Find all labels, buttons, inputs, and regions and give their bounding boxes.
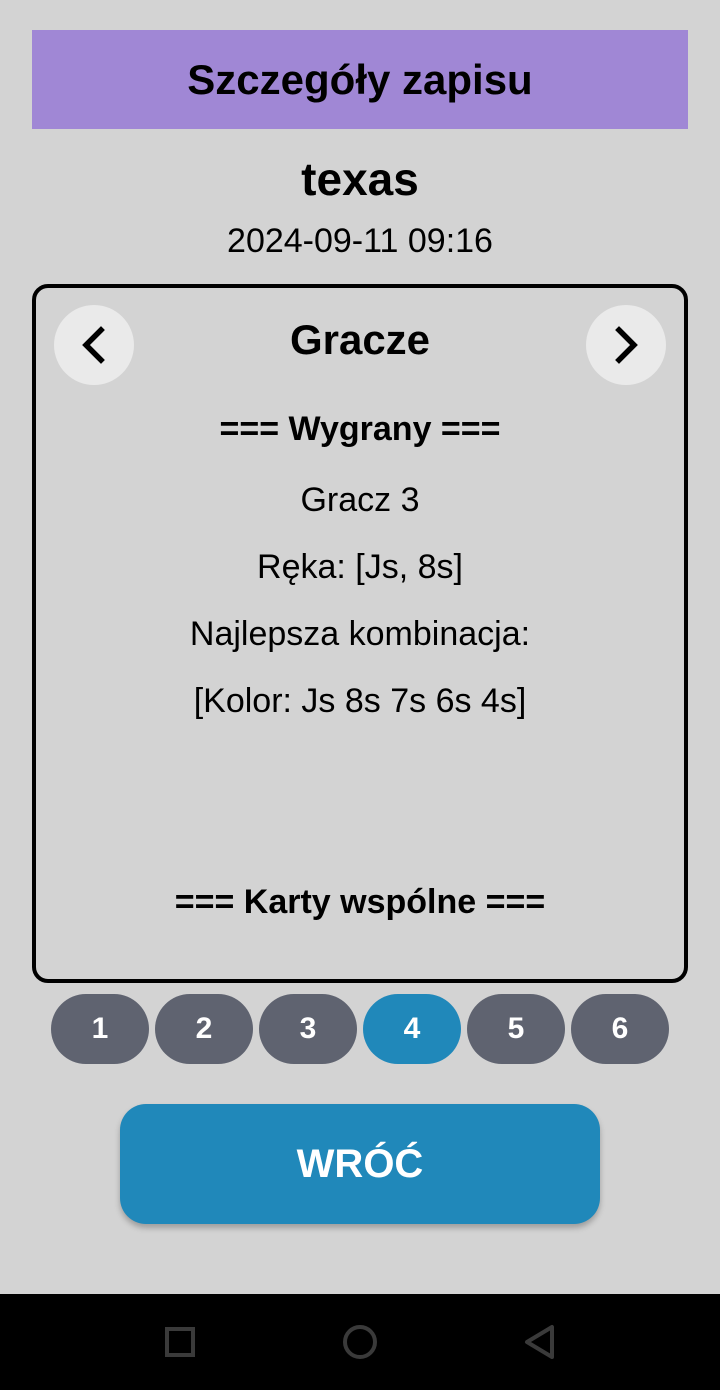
- page-title: Szczegóły zapisu: [187, 55, 533, 103]
- page-button-1[interactable]: 1: [51, 994, 149, 1064]
- page-button-3[interactable]: 3: [259, 994, 357, 1064]
- details-panel: Gracze === Wygrany === Gracz 3 Ręka: [Js…: [32, 284, 688, 983]
- record-name: texas: [301, 153, 419, 205]
- winner-heading: === Wygrany ===: [219, 410, 501, 448]
- winner-player: Gracz 3: [300, 481, 420, 519]
- community-cards-heading: === Karty wspólne ===: [174, 883, 546, 921]
- triangle-back-icon[interactable]: [514, 1316, 566, 1368]
- record-date: 2024-09-11 09:16: [227, 222, 493, 260]
- next-button[interactable]: [586, 305, 666, 385]
- winner-hand: Ręka: [Js, 8s]: [257, 548, 463, 586]
- chevron-right-icon: [615, 326, 638, 364]
- page-selector: 1 2 3 4 5 6: [51, 994, 669, 1064]
- page-button-6[interactable]: 6: [571, 994, 669, 1064]
- back-button[interactable]: WRÓĆ: [120, 1104, 600, 1224]
- best-combination-value: [Kolor: Js 8s 7s 6s 4s]: [193, 682, 527, 720]
- page-button-4[interactable]: 4: [363, 994, 461, 1064]
- screen: Szczegóły zapisu texas 2024-09-11 09:16 …: [0, 0, 720, 1390]
- page-button-2[interactable]: 2: [155, 994, 253, 1064]
- header-bar: Szczegóły zapisu: [32, 30, 688, 129]
- square-icon[interactable]: [154, 1316, 206, 1368]
- best-combination-label: Najlepsza kombinacja:: [189, 615, 531, 653]
- system-navigation-bar: [0, 1294, 720, 1390]
- back-button-label: WRÓĆ: [296, 1141, 424, 1186]
- page-button-5[interactable]: 5: [467, 994, 565, 1064]
- circle-icon[interactable]: [334, 1316, 386, 1368]
